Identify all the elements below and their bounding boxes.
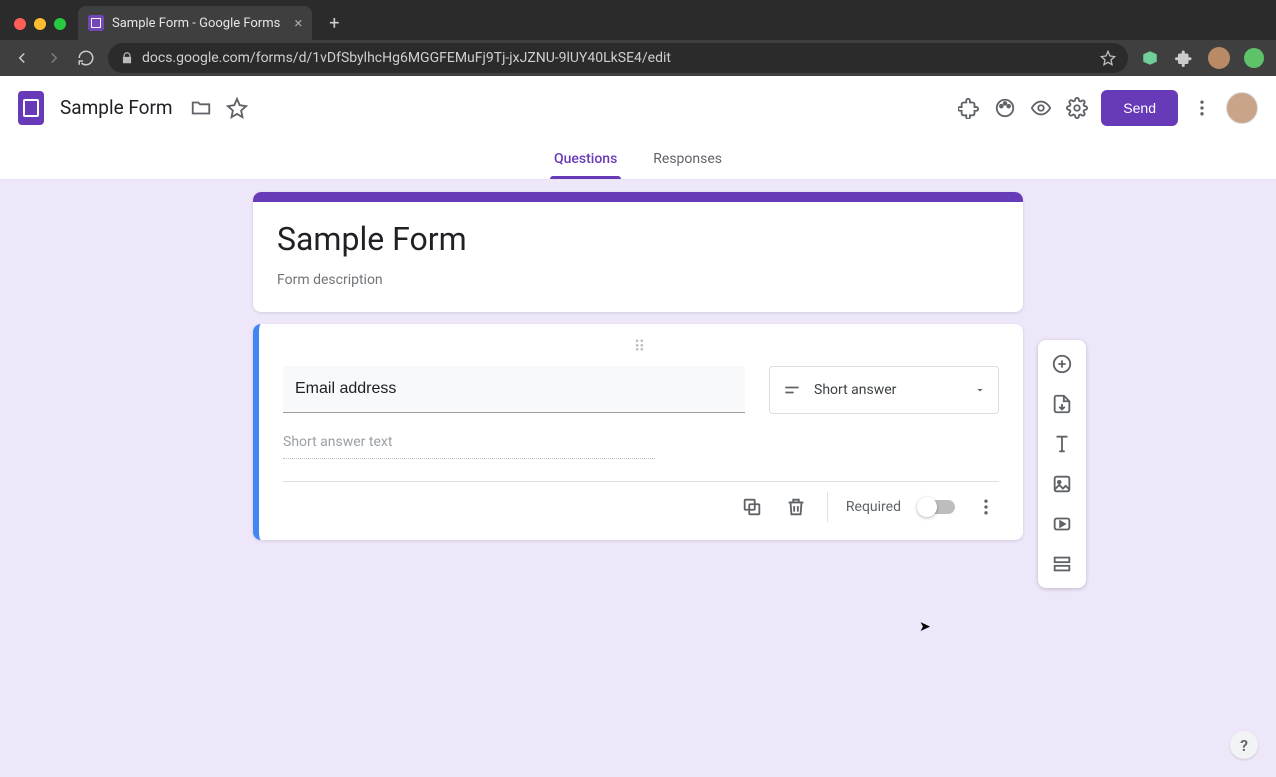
question-card[interactable]: ⠿ Short answer Short a (253, 324, 1023, 540)
document-title[interactable]: Sample Form (56, 94, 177, 121)
question-text-input[interactable] (283, 366, 745, 413)
question-type-label: Short answer (814, 382, 896, 398)
settings-gear-icon[interactable] (1065, 96, 1089, 120)
window-minimize-button[interactable] (34, 18, 46, 30)
profile-badge-icon[interactable] (1244, 48, 1264, 68)
import-questions-icon[interactable] (1044, 386, 1080, 422)
extension-icon[interactable] (1140, 48, 1160, 68)
addons-icon[interactable] (957, 96, 981, 120)
drag-handle-icon[interactable]: ⠿ (283, 342, 999, 360)
window-traffic-lights (8, 18, 78, 40)
help-button[interactable]: ? (1230, 731, 1258, 759)
short-answer-icon (782, 380, 802, 400)
forward-icon[interactable] (44, 48, 64, 68)
tab-questions[interactable]: Questions (550, 141, 621, 179)
floating-side-toolbar (1038, 340, 1086, 588)
window-close-button[interactable] (14, 18, 26, 30)
vertical-divider (827, 492, 828, 522)
form-canvas: Sample Form Form description ⠿ Short ans… (0, 180, 1276, 777)
add-question-icon[interactable] (1044, 346, 1080, 382)
lock-icon (120, 51, 134, 65)
delete-trash-icon[interactable] (783, 494, 809, 520)
move-to-folder-icon[interactable] (189, 96, 213, 120)
form-title-card[interactable]: Sample Form Form description (253, 192, 1023, 312)
add-section-icon[interactable] (1044, 546, 1080, 582)
question-more-icon[interactable] (973, 494, 999, 520)
send-button[interactable]: Send (1101, 90, 1178, 126)
browser-tab-title: Sample Form - Google Forms (112, 16, 280, 31)
browser-tab[interactable]: Sample Form - Google Forms × (78, 6, 312, 40)
add-video-icon[interactable] (1044, 506, 1080, 542)
star-icon[interactable] (225, 96, 249, 120)
form-title[interactable]: Sample Form (277, 220, 999, 258)
required-label: Required (846, 499, 901, 515)
question-type-dropdown[interactable]: Short answer (769, 366, 999, 414)
add-image-icon[interactable] (1044, 466, 1080, 502)
more-vert-icon[interactable] (1190, 96, 1214, 120)
add-title-icon[interactable] (1044, 426, 1080, 462)
back-icon[interactable] (12, 48, 32, 68)
answer-preview-placeholder: Short answer text (283, 434, 655, 459)
url-text: docs.google.com/forms/d/1vDfSbylhcHg6MGG… (142, 50, 1092, 66)
google-forms-logo-icon[interactable] (18, 91, 44, 125)
window-zoom-button[interactable] (54, 18, 66, 30)
close-tab-icon[interactable]: × (294, 14, 302, 32)
account-avatar[interactable] (1226, 92, 1258, 124)
new-tab-button[interactable]: + (320, 9, 348, 37)
app-header: Sample Form Send (0, 76, 1276, 140)
profile-avatar-icon[interactable] (1208, 47, 1230, 69)
duplicate-icon[interactable] (739, 494, 765, 520)
forms-favicon-icon (88, 15, 104, 31)
browser-extensions (1140, 47, 1264, 69)
browser-toolbar: docs.google.com/forms/d/1vDfSbylhcHg6MGG… (0, 40, 1276, 76)
question-footer: Required (283, 481, 999, 536)
tab-responses[interactable]: Responses (649, 141, 726, 179)
preview-eye-icon[interactable] (1029, 96, 1053, 120)
form-tabs: Questions Responses (0, 140, 1276, 180)
customize-theme-icon[interactable] (993, 96, 1017, 120)
address-bar[interactable]: docs.google.com/forms/d/1vDfSbylhcHg6MGG… (108, 43, 1128, 73)
browser-tab-strip: Sample Form - Google Forms × + (0, 0, 1276, 40)
bookmark-star-icon[interactable] (1100, 50, 1116, 66)
reload-icon[interactable] (76, 48, 96, 68)
required-toggle[interactable] (919, 500, 955, 514)
form-description-placeholder[interactable]: Form description (277, 272, 999, 288)
extensions-menu-icon[interactable] (1174, 48, 1194, 68)
chevron-down-icon (974, 384, 986, 396)
